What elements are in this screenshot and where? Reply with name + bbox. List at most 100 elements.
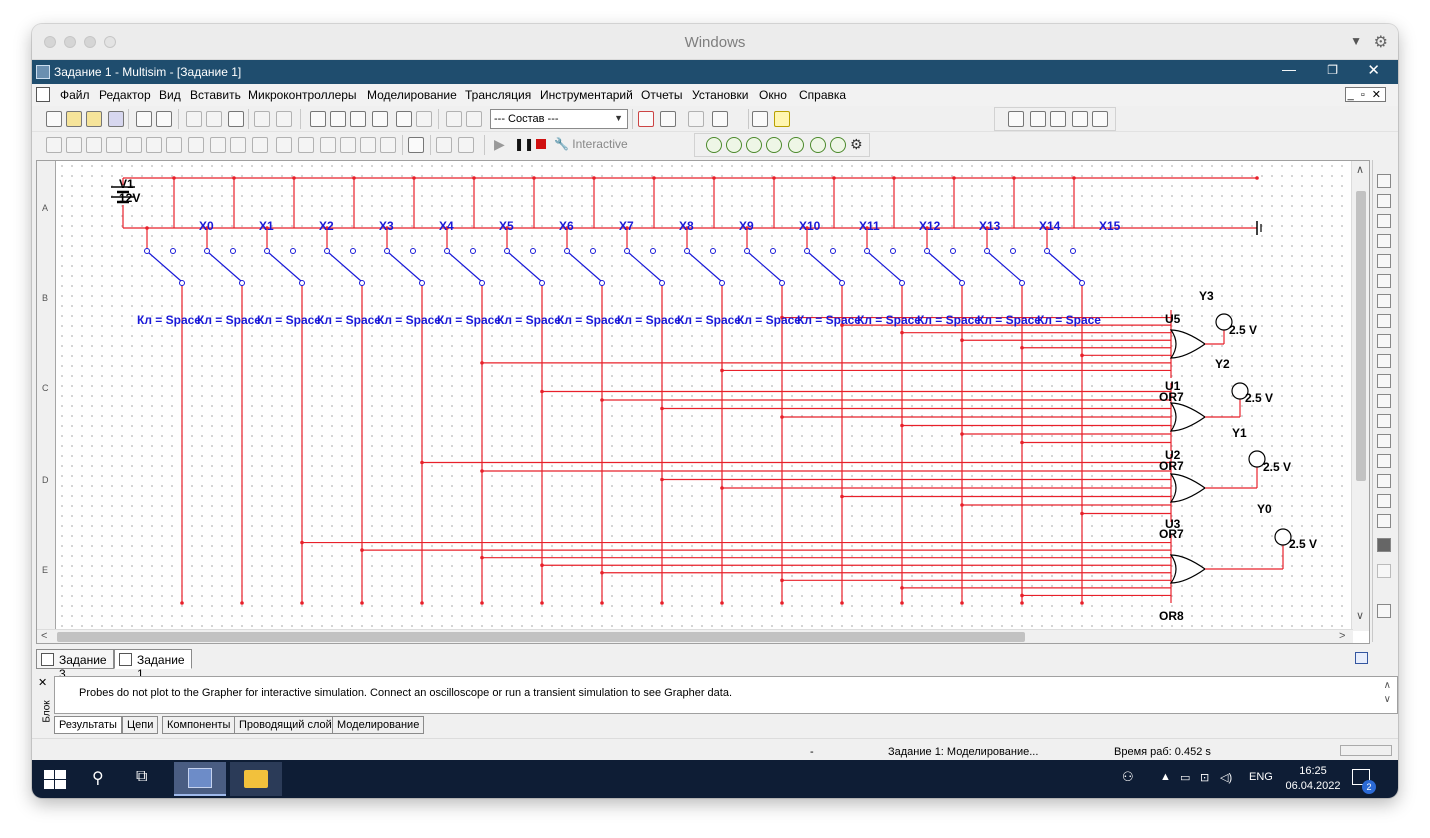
spreadsheet-icon[interactable] (330, 111, 346, 127)
scroll-up-icon[interactable]: ∧ (1356, 163, 1364, 176)
menu-help[interactable]: Справка (799, 88, 846, 102)
run-icon[interactable]: ▶ (494, 136, 505, 153)
power-probe-icon[interactable] (746, 137, 762, 153)
misc-digital-icon[interactable] (188, 137, 204, 153)
vertical-scroll-thumb[interactable] (1356, 191, 1366, 481)
menu-edit[interactable]: Редактор (99, 88, 151, 102)
rf-icon[interactable] (320, 137, 336, 153)
people-icon[interactable]: ⚇ (1122, 769, 1134, 785)
mcu-icon[interactable] (380, 137, 396, 153)
redo-icon[interactable] (276, 111, 292, 127)
menu-options[interactable]: Установки (692, 88, 748, 102)
horizontal-scroll-thumb[interactable] (57, 632, 1025, 642)
copy-icon[interactable] (206, 111, 222, 127)
tab-zadanie-1[interactable]: Задание 1 (114, 649, 192, 681)
circuit-drawing[interactable] (57, 161, 1351, 627)
pause-icon[interactable]: ❚❚ (514, 137, 534, 151)
zoom-fit-icon[interactable] (1072, 111, 1088, 127)
agilent-multimeter-icon[interactable] (1377, 474, 1391, 488)
design-toolbox-icon[interactable] (310, 111, 326, 127)
new-file-icon[interactable] (46, 111, 62, 127)
search-icon[interactable]: ⚲ (92, 768, 104, 788)
tab-simulation[interactable]: Моделирование (332, 716, 425, 734)
menu-view[interactable]: Вид (159, 88, 181, 102)
taskbar-multisim-app[interactable] (174, 762, 226, 796)
full-screen-icon[interactable] (1092, 111, 1108, 127)
source-icon[interactable] (46, 137, 62, 153)
menu-reports[interactable]: Отчеты (641, 88, 682, 102)
current-probe-icon[interactable] (726, 137, 742, 153)
gear-icon[interactable]: ⚙ (1374, 32, 1388, 52)
menu-transfer[interactable]: Трансляция (465, 88, 531, 102)
interactive-mode-button[interactable]: 🔧 Interactive (554, 137, 628, 151)
cut-icon[interactable] (186, 111, 202, 127)
paste-icon[interactable] (228, 111, 244, 127)
measurement-probe-icon[interactable] (1377, 604, 1391, 618)
tektronix-oscilloscope-icon[interactable] (1377, 514, 1391, 528)
close-icon[interactable]: ✕ (1367, 61, 1380, 79)
analog-icon[interactable] (126, 137, 142, 153)
diode-icon[interactable] (86, 137, 102, 153)
postprocessor-icon[interactable] (446, 111, 462, 127)
chevron-up-icon[interactable]: ▲ (1160, 771, 1171, 783)
bus-icon[interactable] (436, 137, 452, 153)
resistor-icon[interactable] (66, 137, 82, 153)
ladder-icon[interactable] (360, 137, 376, 153)
component-wizard-icon[interactable] (396, 111, 412, 127)
four-channel-oscilloscope-icon[interactable] (1377, 254, 1391, 268)
forward-annotate-icon[interactable] (712, 111, 728, 127)
tab-nets[interactable]: Цепи (122, 716, 159, 734)
spectrum-analyzer-icon[interactable] (1377, 414, 1391, 428)
undo-icon[interactable] (254, 111, 270, 127)
zoom-in-icon[interactable] (1008, 111, 1024, 127)
in-use-list-dropdown[interactable]: --- Состав --- ▼ (490, 109, 628, 129)
labview-icon[interactable] (1377, 538, 1391, 552)
help-icon[interactable] (774, 111, 790, 127)
battery-tray-icon[interactable]: ▭ (1180, 771, 1190, 784)
network-analyzer-icon[interactable] (1377, 434, 1391, 448)
differential-probe-icon[interactable] (766, 137, 782, 153)
schematic-canvas[interactable]: V1 12V X0 X1 X2 X3 X4 X5 X6 X7 X8 X9 X10 X11 X12 X13 X1… (57, 161, 1351, 627)
menu-insert[interactable]: Вставить (190, 88, 241, 102)
tab-zadanie-3[interactable]: Задание 3 (36, 649, 114, 681)
agilent-generator-icon[interactable] (1377, 454, 1391, 468)
bode-plotter-icon[interactable] (1377, 274, 1391, 288)
probe-settings-icon[interactable]: ⚙ (850, 136, 863, 153)
network-icon[interactable]: ⊡ (1200, 771, 1209, 784)
hierarchical-block-icon[interactable] (408, 137, 424, 153)
export-icon[interactable] (660, 111, 676, 127)
scroll-down-icon[interactable]: ∨ (1356, 609, 1364, 622)
scroll-right-icon[interactable]: > (1339, 630, 1345, 642)
menu-tools[interactable]: Инструментарий (540, 88, 633, 102)
clock[interactable]: 16:25 06.04.2022 (1284, 764, 1342, 794)
tab-results[interactable]: Результаты (54, 716, 122, 734)
digital-probe-icon[interactable] (830, 137, 846, 153)
database-icon[interactable] (350, 111, 366, 127)
distortion-analyzer-icon[interactable] (1377, 394, 1391, 408)
erc-icon[interactable] (638, 111, 654, 127)
mdi-controls[interactable]: _ ▫ ✕ (1344, 87, 1386, 102)
oscilloscope-icon[interactable] (1377, 234, 1391, 248)
current-clamp-icon[interactable] (1377, 564, 1391, 578)
netlist-icon[interactable] (466, 111, 482, 127)
backannotate-icon[interactable] (688, 111, 704, 127)
power-icon[interactable] (252, 137, 268, 153)
reference-probe-icon[interactable] (810, 137, 826, 153)
horizontal-scrollbar[interactable]: < > (37, 629, 1353, 643)
advanced-peripherals-icon[interactable] (298, 137, 314, 153)
close-icon[interactable]: ✕ (38, 676, 47, 689)
logic-analyzer-icon[interactable] (1377, 354, 1391, 368)
menu-window[interactable]: Окно (759, 88, 787, 102)
misc-icon[interactable] (276, 137, 292, 153)
function-generator-icon[interactable] (1377, 194, 1391, 208)
multimeter-icon[interactable] (1377, 174, 1391, 188)
word-generator-icon[interactable] (1377, 314, 1391, 328)
menu-microcontrollers[interactable]: Микроконтроллеры (248, 88, 357, 102)
transistor-icon[interactable] (106, 137, 122, 153)
language-indicator[interactable]: ENG (1249, 771, 1273, 783)
mixed-icon[interactable] (210, 137, 226, 153)
vertical-scrollbar[interactable]: ∧ ∨ (1351, 161, 1369, 631)
zoom-area-icon[interactable] (1050, 111, 1066, 127)
voltage-current-probe-icon[interactable] (788, 137, 804, 153)
scroll-left-icon[interactable]: < (41, 630, 47, 642)
